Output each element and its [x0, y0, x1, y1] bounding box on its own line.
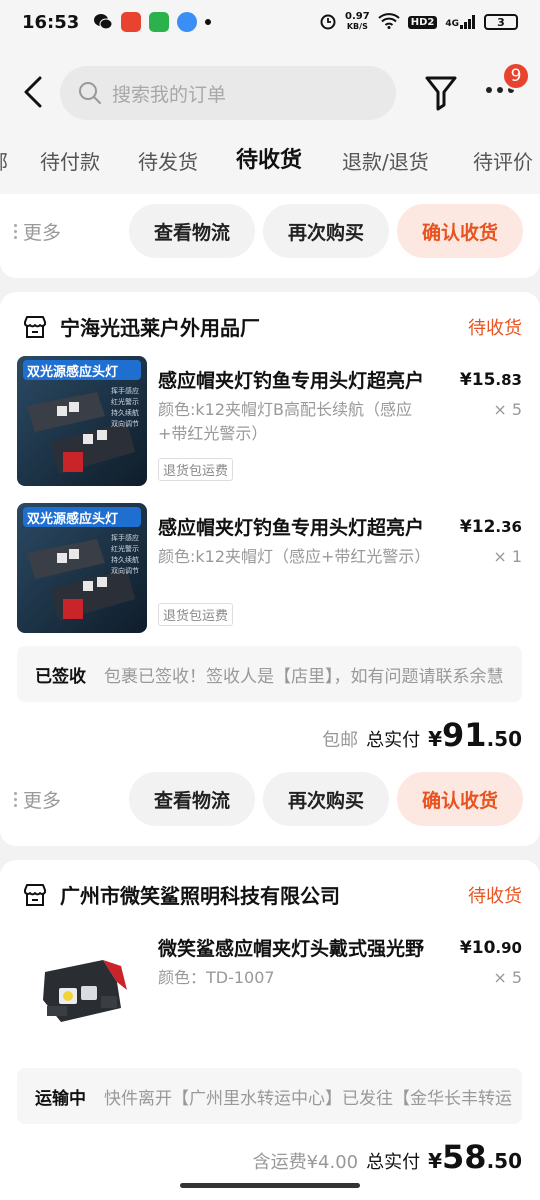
logistics-summary[interactable]: 已签收 包裹已签收！签收人是【店里】，如有问题请联系余慧	[17, 646, 522, 702]
tab-all[interactable]: 部	[0, 146, 8, 176]
shipping-info: 含运费¥4.00	[252, 1152, 359, 1173]
product-title[interactable]: 感应帽夹灯钓鱼专用头灯超亮户	[158, 513, 428, 540]
logistics-message: 包裹已签收！签收人是【店里】，如有问题请联系余慧	[104, 666, 504, 687]
search-input[interactable]: 搜索我的订单	[112, 80, 226, 107]
tab-pending-payment[interactable]: 待付款	[40, 146, 100, 176]
home-indicator[interactable]	[180, 1183, 360, 1188]
tab-pending-receipt[interactable]: 待收货	[236, 144, 302, 173]
product-quantity: × 5	[493, 400, 522, 419]
total-amount: ¥58.50	[428, 1138, 522, 1176]
image-banner-text: 双光源感应头灯	[27, 365, 119, 380]
buy-again-button[interactable]: 再次购买	[263, 204, 389, 258]
message-badge: 9	[502, 62, 530, 90]
order-total: 含运费¥4.00 总实付 ¥58.50	[253, 1138, 522, 1176]
shop-name: 宁海光迅莱户外用品厂	[60, 316, 260, 340]
filter-button[interactable]	[424, 74, 458, 112]
confirm-receipt-button[interactable]: 确认收货	[397, 204, 523, 258]
store-icon	[24, 315, 46, 338]
product-quantity: × 5	[493, 968, 522, 987]
wechat-icon	[93, 12, 113, 32]
order-status: 待收货	[468, 886, 522, 907]
more-actions[interactable]: 更多	[14, 786, 61, 813]
signal-icon: 4G	[445, 15, 476, 29]
tab-refund-return[interactable]: 退款/退货	[342, 146, 429, 176]
filter-icon	[425, 76, 457, 111]
tab-pending-shipment[interactable]: 待发货	[138, 146, 198, 176]
status-bar: 16:53 0.97 KB/S HD2 4G 3	[0, 0, 540, 44]
product-quantity: × 1	[493, 547, 522, 566]
order-card: 广州市微笑鲨照明科技有限公司 待收货 微笑鲨感应帽夹灯头戴式强光野 颜色：TD-…	[0, 860, 540, 1200]
total-label: 总实付	[366, 730, 421, 751]
store-icon	[24, 883, 46, 906]
notification-icons	[93, 12, 212, 32]
order-tabs: 部 待付款 待发货 待收货 退款/退货 待评价	[0, 144, 540, 194]
return-shipping-tag: 退货包运费	[158, 603, 234, 626]
search-icon	[79, 82, 101, 104]
product-price: ¥12.36	[459, 517, 522, 537]
status-time: 16:53	[22, 11, 80, 33]
order-card: 宁海光迅莱户外用品厂 待收货 双光源感应头灯 挥手感应 红光警示 持久续航 双向…	[0, 292, 540, 846]
shop-header[interactable]: 广州市微笑鲨照明科技有限公司	[22, 880, 340, 909]
more-notifications-dot	[205, 19, 212, 25]
buy-again-button[interactable]: 再次购买	[263, 772, 389, 826]
hd-badge: HD2	[407, 15, 438, 29]
confirm-receipt-button[interactable]: 确认收货	[397, 772, 523, 826]
order-status: 待收货	[468, 318, 522, 339]
product-price: ¥10.90	[459, 938, 522, 958]
chevron-left-icon	[24, 76, 42, 108]
app-icon-blue	[177, 12, 198, 32]
logistics-status: 运输中	[35, 1088, 86, 1109]
product-title[interactable]: 感应帽夹灯钓鱼专用头灯超亮户	[158, 366, 428, 393]
return-shipping-tag: 退货包运费	[158, 458, 234, 481]
tab-pending-review[interactable]: 待评价	[473, 146, 533, 176]
product-image[interactable]: 双光源感应头灯 挥手感应 红光警示 持久续航 双向调节	[17, 503, 147, 633]
product-price: ¥15.83	[459, 370, 522, 390]
logistics-message: 快件离开【广州里水转运中心】已发往【金华长丰转运	[104, 1088, 512, 1109]
header: 搜索我的订单 9	[0, 44, 540, 144]
view-logistics-button[interactable]: 查看物流	[129, 204, 255, 258]
shop-header[interactable]: 宁海光迅莱户外用品厂	[22, 312, 260, 341]
wifi-icon	[378, 12, 400, 32]
search-bar[interactable]: 搜索我的订单	[60, 66, 396, 120]
more-actions[interactable]: 更多	[14, 218, 61, 245]
product-spec: 颜色:k12夹帽灯B高配长续航（感应+带红光警示）	[158, 400, 412, 443]
logistics-summary[interactable]: 运输中 快件离开【广州里水转运中心】已发往【金华长丰转运	[17, 1068, 522, 1124]
shop-name: 广州市微笑鲨照明科技有限公司	[60, 884, 340, 908]
order-card-previous: 更多 查看物流 再次购买 确认收货	[0, 194, 540, 278]
logistics-status: 已签收	[35, 666, 86, 687]
product-spec: 颜色：TD-1007	[158, 968, 275, 987]
app-icon-red	[121, 12, 142, 32]
alarm-icon	[319, 12, 337, 33]
total-amount: ¥91.50	[428, 716, 522, 754]
order-total: 包邮 总实付 ¥91.50	[322, 716, 522, 754]
net-speed: 0.97 KB/S	[345, 11, 370, 32]
image-banner-text: 双光源感应头灯	[27, 512, 119, 527]
view-logistics-button[interactable]: 查看物流	[129, 772, 255, 826]
total-label: 总实付	[366, 1152, 421, 1173]
product-title[interactable]: 微笑鲨感应帽夹灯头戴式强光野	[158, 934, 428, 961]
back-button[interactable]	[18, 72, 48, 112]
shipping-info: 包邮	[322, 730, 359, 751]
app-icon-green	[149, 12, 170, 32]
product-image[interactable]: 双光源感应头灯 挥手感应 红光警示 持久续航 双向调节	[17, 356, 147, 486]
product-image[interactable]	[17, 926, 147, 1056]
battery-icon: 3	[484, 14, 518, 30]
product-spec: 颜色:k12夹帽灯（感应+带红光警示）	[158, 547, 431, 566]
